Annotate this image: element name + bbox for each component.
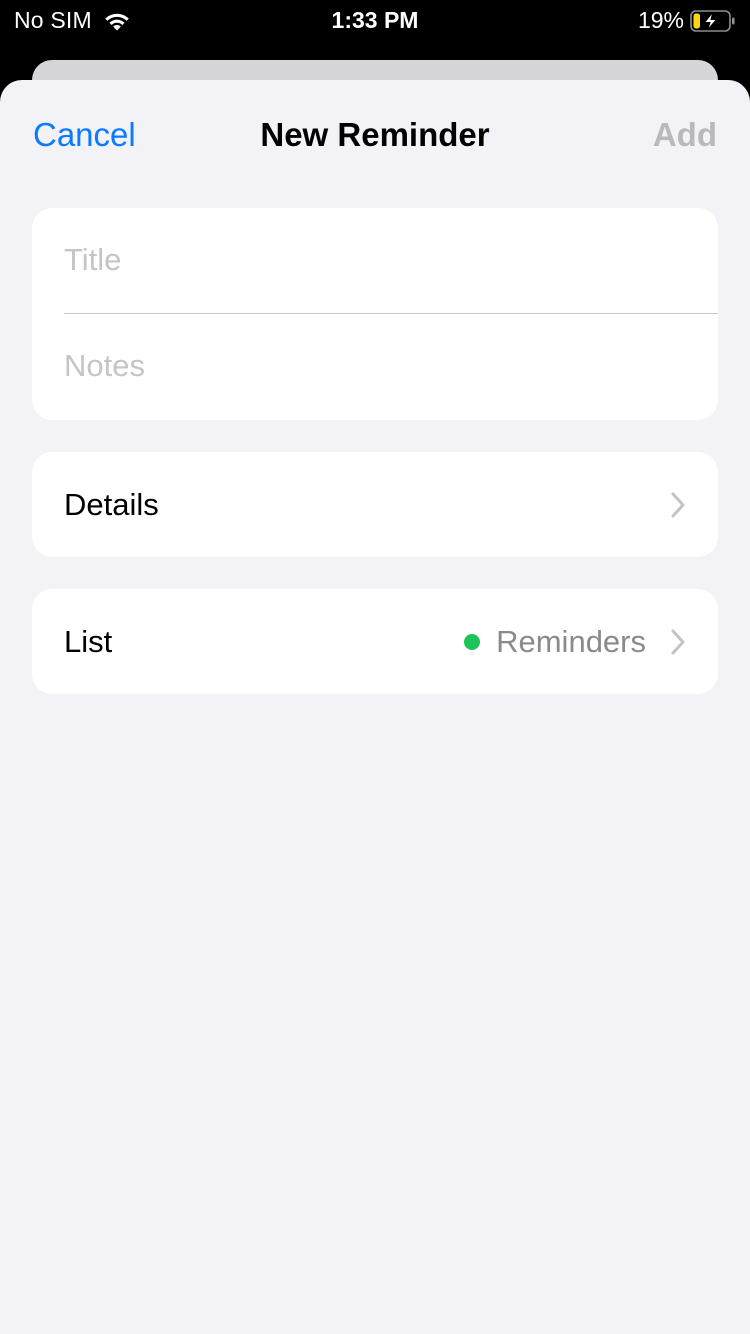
list-label: List [64, 624, 113, 659]
list-row[interactable]: List Reminders [32, 589, 718, 694]
chevron-right-icon [671, 492, 685, 518]
chevron-right-icon [671, 629, 685, 655]
battery-percent: 19% [637, 7, 684, 33]
list-value: Reminders [464, 589, 646, 694]
status-right: 19% [638, 7, 736, 34]
page-title: New Reminder [260, 116, 490, 153]
reminder-fields-card [32, 208, 718, 420]
battery-fill [693, 13, 700, 28]
details-row[interactable]: Details [32, 452, 718, 557]
status-bar: No SIM 1:33 PM 19% [0, 0, 750, 40]
nav-bar: Cancel New Reminder Add [0, 80, 750, 192]
battery-charging-icon [690, 9, 735, 32]
title-input[interactable] [64, 242, 718, 278]
list-value-text: Reminders [496, 623, 646, 659]
title-field [64, 208, 718, 312]
notes-field [64, 314, 718, 418]
details-label: Details [64, 487, 159, 522]
list-color-dot [464, 633, 481, 650]
notes-input[interactable] [64, 348, 718, 384]
screen: No SIM 1:33 PM 19% Cancel New Reminder A… [0, 0, 750, 1334]
add-button[interactable]: Add [653, 116, 717, 154]
new-reminder-sheet: Cancel New Reminder Add Details List Rem… [0, 80, 750, 1334]
